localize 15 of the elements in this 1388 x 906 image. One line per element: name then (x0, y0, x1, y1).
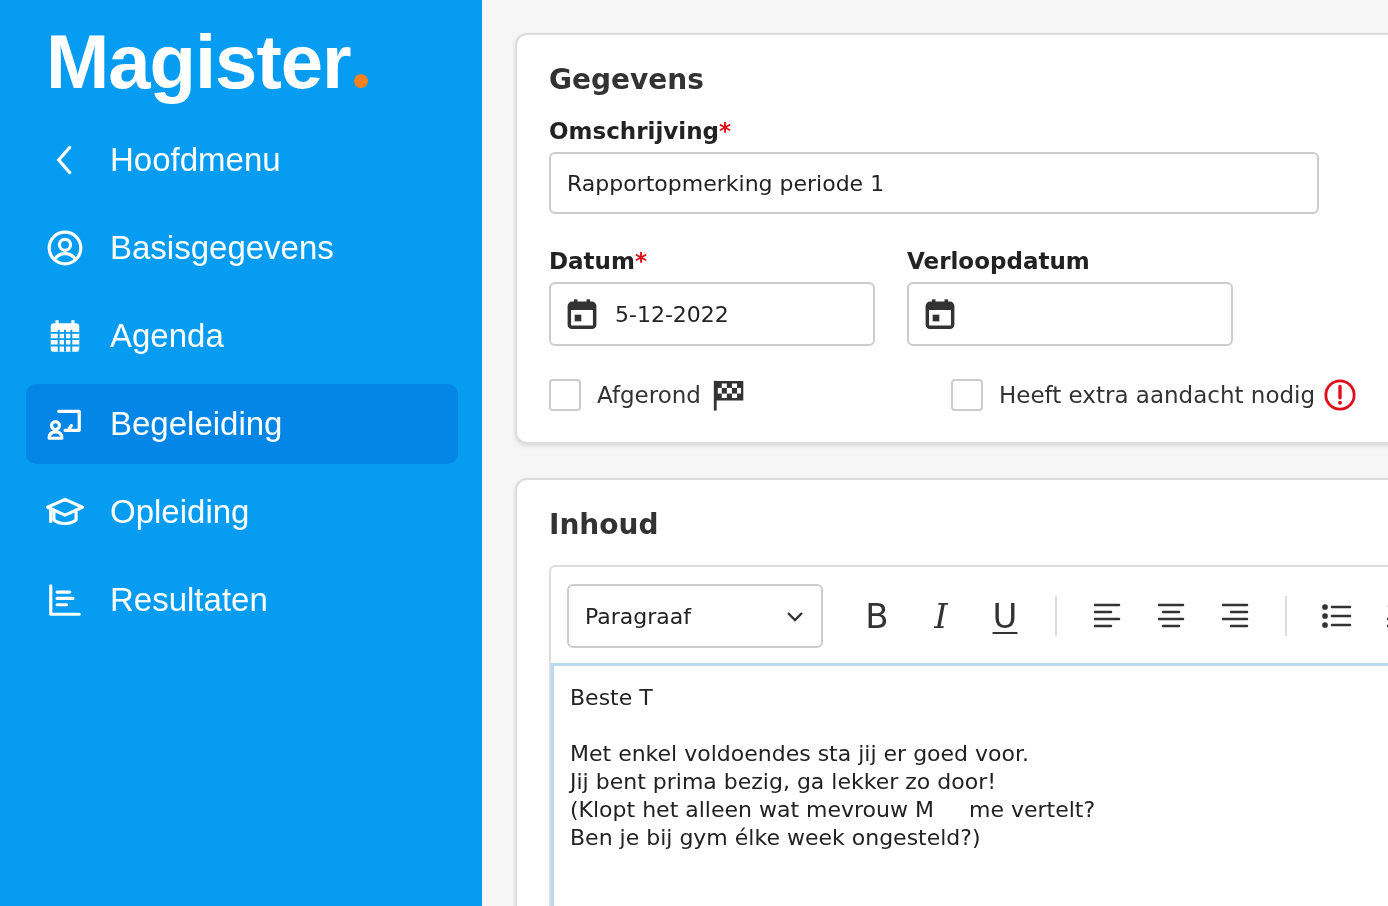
field-label: Datum* (549, 248, 648, 274)
italic-button[interactable]: I (909, 592, 973, 640)
bold-button[interactable]: B (845, 592, 909, 640)
checkbox-label: Heeft extra aandacht nodig (999, 382, 1316, 408)
sidebar-item[interactable]: Begeleiding (26, 384, 458, 464)
card-title: Gegevens (549, 63, 705, 96)
editor-text[interactable]: Beste T Met enkel voldoendes sta jij er goed voor. Jij bent prima bezig, ga lekker zo door! (Klopt het alleen wat mevrouw M me vertelt? Ben je bij gym élke week ongesteld?) (551, 663, 1388, 906)
description-field[interactable]: Rapportopmerking periode 1 (549, 152, 1319, 214)
field-label: Verloopdatum (907, 248, 1091, 274)
format-dropdown[interactable]: Paragraaf (567, 584, 823, 648)
underline-button[interactable]: U (973, 592, 1037, 640)
checkbox-label: Afgerond (597, 382, 701, 408)
card-title: Inhoud (549, 508, 660, 541)
date-field[interactable]: 5-12-2022 (549, 282, 875, 346)
field-label: Omschrijving* (549, 118, 733, 144)
